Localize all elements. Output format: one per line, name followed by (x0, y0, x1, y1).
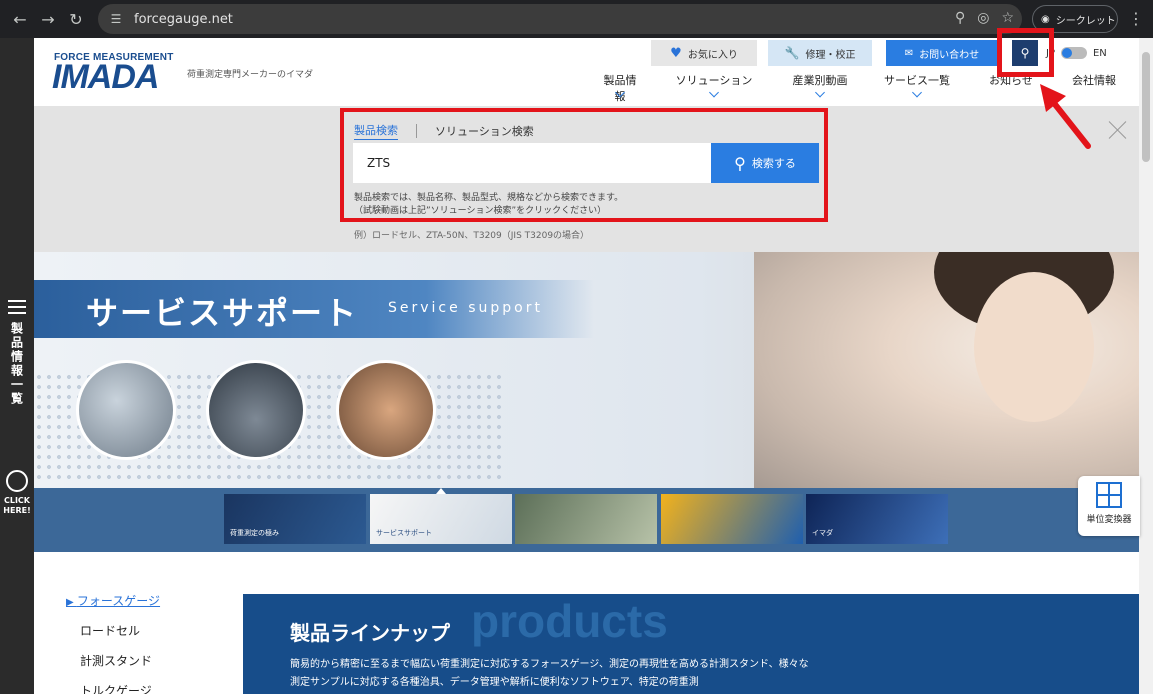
mail-icon: ✉ (904, 47, 914, 59)
calculator-icon (1096, 482, 1122, 508)
annotation-highlight-search (340, 108, 828, 222)
heart-icon: ♥ (670, 45, 682, 61)
products-description: 簡易的から精密に至るまで幅広い荷重測定に対応するフォースゲージ、測定の再現性を高… (290, 659, 809, 688)
wrench-icon: 🔧 (784, 46, 800, 60)
site-info-icon[interactable]: ☰ (108, 11, 124, 27)
search-example-text: 例）ロードセル、ZTA-50N、T3209（JIS T3209の場合） (354, 231, 590, 241)
tagline: 荷重測定専門メーカーのイマダ (187, 70, 314, 80)
hero-photo-detail (974, 272, 1094, 422)
hero-banner[interactable]: サービスサポート Service support 荷重測定の極み サービスサポー… (34, 252, 1139, 552)
site-header: FORCE MEASUREMENT IMADA 荷重測定専門メーカーのイマダ ♥… (34, 38, 1139, 106)
language-toggle[interactable] (1060, 47, 1087, 59)
product-list-label[interactable]: 製品情報一覧 (9, 322, 26, 406)
thumb-label: イマダ (812, 529, 833, 537)
unit-converter-button[interactable]: 単位変換器 (1078, 476, 1140, 536)
page-scrollbar[interactable] (1139, 38, 1153, 694)
nav-label: サービス一覧 (884, 74, 950, 87)
hamburger-icon[interactable] (8, 300, 26, 314)
nav-label: 産業別動画 (792, 74, 848, 87)
menu-kebab-icon[interactable]: ⋮ (1128, 9, 1144, 28)
zoom-icon[interactable]: ⚲ (955, 10, 965, 26)
carousel-thumb[interactable]: イマダ (806, 494, 948, 544)
hero-circle-image (76, 360, 176, 460)
close-icon[interactable] (1108, 120, 1128, 140)
contact-label: お問い合わせ (919, 49, 980, 61)
category-force-gauge[interactable]: フォースゲージ (66, 594, 160, 624)
favorites-label: お気に入り (687, 49, 738, 61)
repair-calibration-button[interactable]: 🔧 修理・校正 (768, 40, 872, 66)
carousel-thumb[interactable]: 荷重測定の極み (224, 494, 366, 544)
hero-circle-image (336, 360, 436, 460)
nav-label: ソリューション (675, 74, 753, 87)
incognito-label: シークレット (1055, 15, 1116, 27)
browser-toolbar: ← → ↻ ☰ forcegauge.net ⚲ ◎ ☆ ◉ シークレット ⋮ (0, 0, 1153, 38)
url-text[interactable]: forcegauge.net (134, 12, 233, 27)
left-side-rail: 製品情報一覧 CLICK HERE! (0, 38, 34, 694)
chevron-down-icon (709, 87, 719, 98)
repair-label: 修理・校正 (805, 49, 856, 61)
hero-title: サービスサポート (86, 294, 359, 332)
nav-products[interactable]: 製品情報 (600, 72, 640, 104)
language-switch[interactable]: JP EN (1046, 47, 1107, 59)
carousel-thumb[interactable] (515, 494, 657, 544)
products-section: products 製品ラインナップ 簡易的から精密に至るまで幅広い荷重測定に対応… (243, 594, 1139, 694)
click-here-button[interactable]: CLICK HERE! (0, 470, 34, 516)
annotation-arrow-icon (1040, 84, 1091, 149)
eye-off-icon[interactable]: ◎ (977, 10, 989, 26)
star-icon[interactable]: ☆ (1001, 10, 1014, 26)
back-icon[interactable]: ← (6, 5, 34, 33)
unit-converter-label: 単位変換器 (1086, 515, 1132, 525)
products-watermark: products (471, 595, 668, 647)
hero-circle-image (206, 360, 306, 460)
forward-icon[interactable]: → (34, 5, 62, 33)
products-title: 製品ラインナップ (290, 621, 450, 645)
favorites-button[interactable]: ♥ お気に入り (651, 40, 757, 66)
chevron-down-icon (815, 87, 825, 98)
nav-services[interactable]: サービス一覧 (884, 72, 950, 104)
product-category-list: フォースゲージ ロードセル 計測スタンド トルクゲージ (66, 594, 160, 694)
nav-industry-videos[interactable]: 産業別動画 (792, 72, 848, 104)
logo[interactable]: IMADA (52, 60, 159, 94)
hero-subtitle: Service support (388, 300, 543, 316)
category-stand[interactable]: 計測スタンド (66, 654, 160, 684)
thumb-label: サービスサポート (376, 529, 432, 537)
lang-en[interactable]: EN (1093, 48, 1107, 59)
contact-button[interactable]: ✉ お問い合わせ (886, 40, 998, 66)
annotation-highlight-search-icon (997, 28, 1054, 77)
incognito-icon: ◉ (1041, 13, 1050, 25)
reload-icon[interactable]: ↻ (62, 5, 90, 33)
chevron-down-icon (912, 87, 922, 98)
click-here-label: CLICK HERE! (3, 496, 31, 515)
thumb-label: 荷重測定の極み (230, 529, 279, 537)
category-torque-gauge[interactable]: トルクゲージ (66, 684, 160, 694)
carousel-thumb[interactable] (661, 494, 803, 544)
carousel-thumb[interactable]: サービスサポート (370, 494, 512, 544)
click-icon (6, 470, 28, 492)
category-load-cell[interactable]: ロードセル (66, 624, 160, 654)
scrollbar-thumb[interactable] (1142, 52, 1150, 162)
address-bar[interactable]: ☰ forcegauge.net ⚲ ◎ ☆ (98, 4, 1022, 34)
product-list-menu[interactable]: 製品情報一覧 (0, 300, 34, 406)
nav-solutions[interactable]: ソリューション (674, 72, 754, 104)
